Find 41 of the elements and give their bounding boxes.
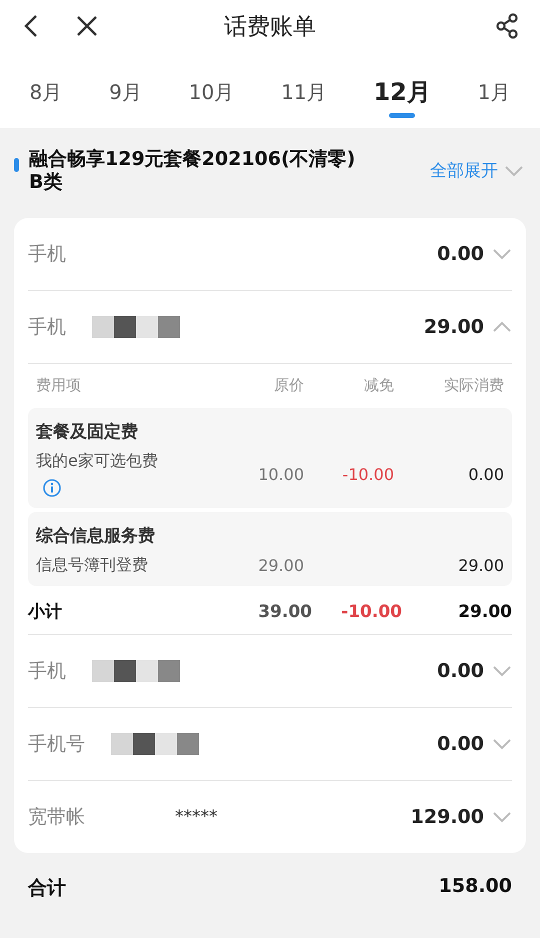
original-price: 10.00: [257, 464, 304, 484]
actual-amount: 0.00: [467, 464, 504, 484]
month-tab[interactable]: 8月: [23, 72, 68, 120]
fee-item-name: 我的e家可选包费: [36, 450, 159, 472]
line-amount: 129.00: [410, 806, 484, 828]
month-tab[interactable]: 9月: [103, 72, 148, 120]
fee-item-name: 信息号簿刊登费: [36, 554, 149, 576]
account-number: *****: [175, 806, 218, 827]
column-header: 费用项: [36, 376, 82, 396]
line-amount: 29.00: [424, 316, 484, 338]
chevron-down-icon: [504, 164, 524, 177]
subtotal-actual: 29.00: [457, 602, 512, 622]
fee-group-title: 套餐及固定费: [36, 420, 139, 443]
page-title: 话费账单: [224, 12, 316, 42]
discount-amount: -10.00: [341, 464, 394, 484]
plan-name: 融合畅享129元套餐202106(不清零) B类: [29, 148, 356, 194]
line-label: 手机: [28, 242, 66, 267]
line-label: 宽带帐: [28, 804, 85, 830]
column-header: 减免: [363, 376, 394, 396]
column-header: 实际消费: [443, 376, 504, 396]
line-amount: 0.00: [437, 242, 484, 265]
line-amount: 0.00: [437, 660, 484, 682]
subtotal-discount: -10.00: [340, 602, 402, 622]
total-amount: 158.00: [438, 874, 512, 899]
subtotal-original: 39.00: [257, 602, 312, 622]
line-label: 手机: [28, 658, 66, 684]
total-label: 合计: [28, 876, 66, 901]
month-tab[interactable]: 11月: [275, 72, 333, 120]
actual-amount: 29.00: [457, 556, 504, 575]
line-label: 手机: [28, 314, 66, 340]
line-amount: 0.00: [437, 732, 484, 755]
original-price: 29.00: [257, 556, 304, 575]
line-label: 手机号: [28, 732, 85, 757]
month-tab[interactable]: 10月: [182, 72, 240, 120]
accent-marker: [14, 158, 19, 172]
subtotal-label: 小计: [28, 601, 63, 624]
month-tab[interactable]: 1月: [472, 72, 516, 120]
info-icon[interactable]: [42, 478, 62, 498]
month-tab[interactable]: 12月: [367, 72, 437, 120]
fee-group-title: 综合信息服务费: [36, 524, 156, 547]
column-header: 原价: [273, 376, 304, 396]
